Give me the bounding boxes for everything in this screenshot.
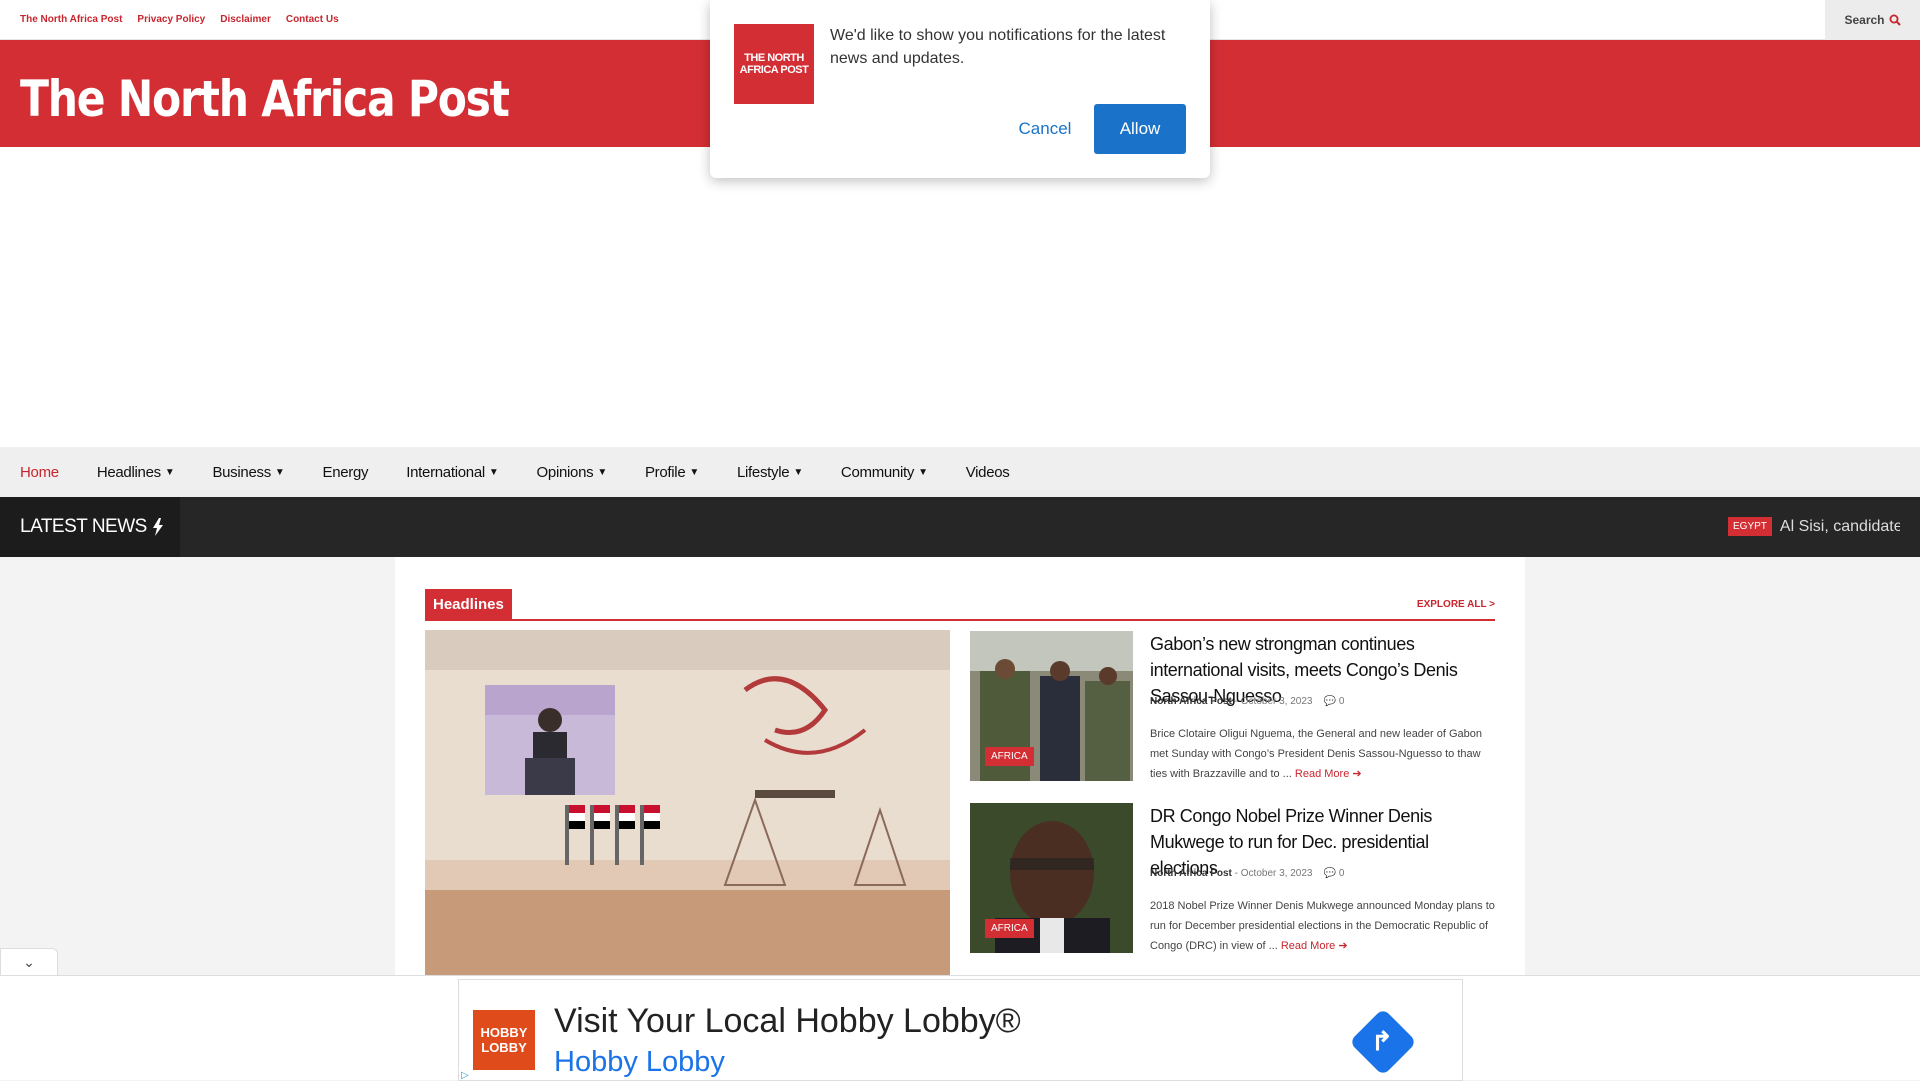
nav-profile[interactable]: Profile ▼ (645, 464, 699, 481)
chevron-down-icon: ▼ (793, 466, 803, 478)
post-date: - October 3, 2023 (1234, 868, 1313, 879)
nav-energy[interactable]: Energy (323, 464, 369, 481)
nav-business[interactable]: Business ▼ (212, 464, 284, 481)
ticker-category-badge[interactable]: EGYPT (1728, 517, 1772, 536)
prompt-cancel-button[interactable]: Cancel (1000, 104, 1090, 154)
post-meta: North Africa Post - October 3, 2023 💬 0 (1150, 868, 1344, 879)
prompt-allow-button[interactable]: Allow (1094, 104, 1186, 154)
read-more-link[interactable]: Read More ➔ (1295, 768, 1362, 780)
post-meta: North Africa Post - October 3, 2023 💬 0 (1150, 696, 1344, 707)
post-excerpt: 2018 Nobel Prize Winner Denis Mukwege an… (1150, 896, 1495, 956)
chevron-down-icon: ▼ (164, 466, 175, 478)
nav-label: Videos (965, 463, 1010, 481)
bottom-ad-banner: HOBBY LOBBY Visit Your Local Hobby Lobby… (0, 975, 1920, 1081)
read-more-label: Read More (1280, 940, 1336, 952)
comment-icon: 💬 (1323, 868, 1337, 879)
ticker-headline[interactable]: Al Sisi, candidate (1780, 518, 1900, 536)
ticker-item[interactable]: EGYPT Al Sisi, candidate (1728, 517, 1900, 536)
directions-arrow-icon: ↱ (1371, 1026, 1393, 1056)
collapse-ad-button[interactable]: ⌄ (0, 948, 58, 976)
ad-choices-icon[interactable]: ▷ (461, 1070, 469, 1081)
search-label: Search (1844, 13, 1885, 27)
post-thumbnail[interactable]: AFRICA (970, 631, 1133, 781)
chevron-down-icon: ▼ (689, 466, 699, 478)
post-comment-count[interactable]: 0 (1339, 868, 1345, 879)
ad-logo: HOBBY LOBBY (473, 1010, 535, 1070)
post-author[interactable]: North Africa Post (1150, 696, 1232, 707)
nav-label: Home (20, 463, 59, 481)
nav-opinions[interactable]: Opinions ▼ (536, 463, 608, 481)
prompt-logo: THE NORTH AFRICA POST (734, 24, 814, 104)
section-title[interactable]: Headlines (425, 589, 512, 619)
post-author[interactable]: North Africa Post (1150, 868, 1232, 879)
ad-logo-text: HOBBY LOBBY (480, 1025, 528, 1055)
post-card[interactable]: AFRICA DR Congo Nobel Prize Winner Denis… (970, 803, 1495, 955)
nav-videos[interactable]: Videos (966, 464, 1010, 481)
ticker-label-text: LATEST NEWS (20, 516, 147, 537)
nav-label: Profile (644, 463, 686, 481)
nav-label: Energy (322, 463, 369, 481)
read-more-link[interactable]: Read More ➔ (1281, 940, 1348, 952)
nav-headlines[interactable]: Headlines ▼ (97, 464, 175, 481)
arrow-circle-right-icon: ➔ (1352, 768, 1362, 780)
chevron-down-icon: ⌄ (23, 954, 35, 970)
site-logo-title[interactable]: The North Africa Post (20, 70, 510, 128)
nav-community[interactable]: Community ▼ (841, 464, 928, 481)
ad-card[interactable]: HOBBY LOBBY Visit Your Local Hobby Lobby… (458, 979, 1463, 1081)
post-date: - October 3, 2023 (1234, 696, 1313, 707)
nav-international[interactable]: International ▼ (406, 463, 499, 481)
nav-label: Lifestyle (736, 463, 790, 481)
chevron-down-icon: ▼ (597, 466, 607, 478)
comment-icon: 💬 (1323, 696, 1337, 707)
ad-title[interactable]: Visit Your Local Hobby Lobby® (554, 1002, 1021, 1041)
nav-lifestyle[interactable]: Lifestyle ▼ (737, 464, 803, 481)
explore-all-link[interactable]: EXPLORE ALL > (1417, 599, 1495, 610)
arrow-circle-right-icon: ➔ (1338, 940, 1348, 952)
top-link-home[interactable]: The North Africa Post (20, 14, 122, 25)
nav-label: Business (212, 463, 271, 481)
nav-label: Headlines (96, 463, 161, 481)
top-link-disclaimer[interactable]: Disclaimer (220, 14, 271, 25)
post-excerpt: Brice Clotaire Oligui Nguema, the Genera… (1150, 724, 1495, 784)
chevron-down-icon: ▼ (918, 466, 928, 478)
top-link-privacy[interactable]: Privacy Policy (137, 14, 205, 25)
top-link-contact[interactable]: Contact Us (286, 14, 339, 25)
chevron-down-icon: ▼ (274, 466, 285, 478)
prompt-message: We'd like to show you notifications for … (830, 27, 1166, 67)
search-icon (1889, 14, 1901, 26)
post-comment-count[interactable]: 0 (1339, 696, 1345, 707)
ad-space (0, 147, 1920, 447)
ad-subtitle[interactable]: Hobby Lobby (554, 1046, 725, 1079)
ticker-label: LATEST NEWS (0, 497, 180, 557)
notification-prompt: THE NORTH AFRICA POST We'd like to show … (710, 0, 1210, 178)
prompt-logo-text: THE NORTH AFRICA POST (739, 52, 809, 76)
post-category-badge[interactable]: AFRICA (985, 919, 1034, 938)
section-header: Headlines EXPLORE ALL > (425, 589, 1495, 621)
featured-photo (425, 630, 950, 975)
post-category-badge[interactable]: AFRICA (985, 747, 1034, 766)
read-more-label: Read More (1294, 768, 1350, 780)
featured-image[interactable] (425, 630, 950, 975)
top-links: The North Africa Post Privacy Policy Dis… (20, 14, 339, 25)
lightning-icon (152, 518, 163, 536)
nav-label: Community (840, 463, 915, 481)
search-button[interactable]: Search (1825, 0, 1920, 40)
nav-label: International (406, 463, 485, 481)
post-thumbnail[interactable]: AFRICA (970, 803, 1133, 953)
nav-home[interactable]: Home (20, 464, 59, 481)
chevron-down-icon: ▼ (488, 466, 499, 478)
latest-news-ticker: LATEST NEWS EGYPT Al Sisi, candidate (0, 497, 1920, 557)
post-card[interactable]: AFRICA Gabon’s new strongman continues i… (970, 631, 1495, 783)
main-nav: Home Headlines ▼ Business ▼ Energy Interna… (0, 447, 1920, 497)
nav-label: Opinions (536, 463, 594, 481)
